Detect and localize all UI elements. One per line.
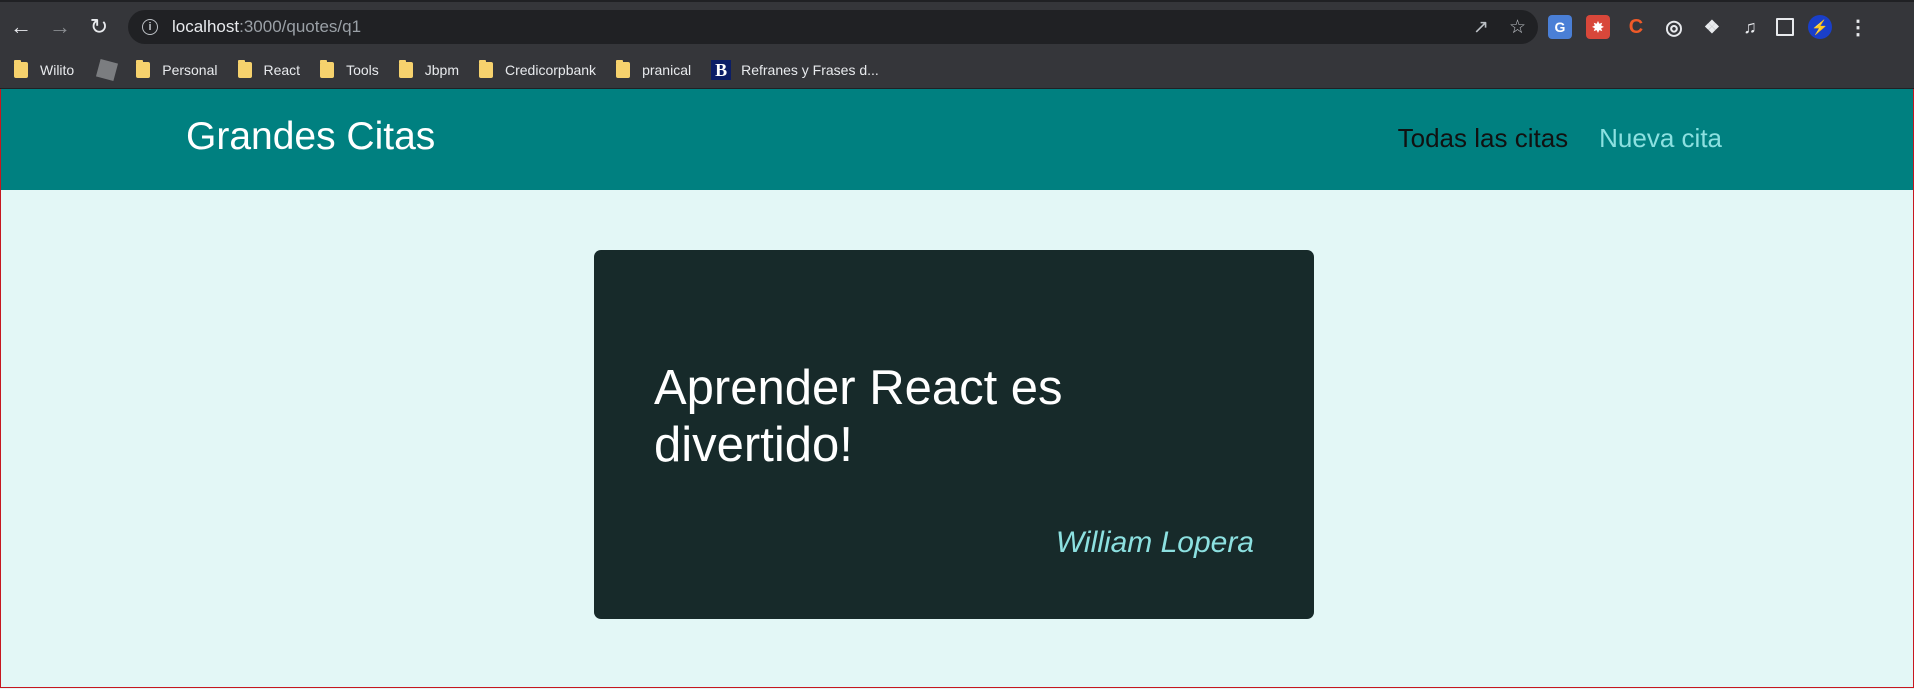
bookmark-roblox[interactable]	[94, 58, 119, 82]
folder-icon	[320, 60, 335, 78]
share-icon[interactable]: ↗	[1473, 16, 1489, 39]
bookmark-label: Wilito	[40, 62, 75, 78]
bookmark-label: Jbpm	[424, 62, 459, 78]
folder-icon	[479, 60, 493, 78]
folder-icon	[14, 60, 28, 78]
folder-icon	[398, 60, 413, 78]
bookmark-wilito[interactable]: Wilito	[14, 60, 75, 78]
forward-arrow-icon[interactable]: →	[42, 9, 78, 45]
side-panel-icon[interactable]	[1776, 18, 1794, 36]
c-extension-icon[interactable]: C	[1624, 15, 1648, 39]
site-info-icon[interactable]: i	[142, 19, 158, 35]
bookmark-label: Personal	[162, 62, 218, 78]
bookmark-credicorpbank[interactable]: Credicorpbank	[479, 60, 597, 78]
b-logo-icon: B	[711, 60, 732, 80]
puzzle-extensions-icon[interactable]: ❖	[1700, 15, 1724, 39]
bookmark-label: Refranes y Frases d...	[741, 62, 879, 78]
bookmark-label: React	[263, 62, 301, 78]
reload-icon[interactable]: ↻	[81, 9, 117, 45]
bookmark-star-icon[interactable]: ☆	[1509, 16, 1526, 39]
url-text[interactable]: localhost:3000/quotes/q1	[172, 17, 361, 37]
bookmark-react[interactable]: React	[237, 60, 301, 78]
translate-extension-icon[interactable]: G	[1548, 15, 1572, 39]
folder-icon	[616, 60, 631, 78]
url-host: localhost	[172, 17, 240, 36]
quote-card: Aprender React es divertido! William Lop…	[594, 250, 1314, 619]
quote-text: Aprender React es divertido!	[654, 361, 1063, 472]
quote-author: William Lopera	[1055, 526, 1254, 559]
bookmarks-bar: Wilito Personal React Tools Jbpm Credico…	[0, 52, 1914, 89]
profile-avatar[interactable]: ⚡	[1808, 15, 1832, 39]
scraper-extension-icon[interactable]: ✸	[1586, 15, 1610, 39]
bookmark-tools[interactable]: Tools	[320, 60, 379, 78]
extensions-bar: G ✸ C ◎ ❖ ♫ ⚡ ⋮	[1548, 10, 1870, 44]
browser-toolbar: ← → ↻ i localhost:3000/quotes/q1 ↗ ☆ G ✸…	[0, 2, 1914, 52]
bookmark-pranical[interactable]: pranical	[616, 60, 692, 78]
browser-menu-icon[interactable]: ⋮	[1846, 15, 1870, 39]
folder-icon	[136, 60, 151, 78]
bookmark-label: Tools	[346, 62, 379, 78]
address-bar[interactable]: i localhost:3000/quotes/q1 ↗ ☆	[128, 10, 1538, 44]
bookmark-personal[interactable]: Personal	[136, 60, 218, 78]
bookmark-refranes[interactable]: B Refranes y Frases d...	[711, 60, 879, 80]
bookmark-jbpm[interactable]: Jbpm	[398, 60, 459, 78]
url-path: :3000/quotes/q1	[239, 17, 362, 36]
target-extension-icon[interactable]: ◎	[1662, 15, 1686, 39]
folder-icon	[237, 60, 252, 78]
bookmark-label: pranical	[642, 62, 692, 78]
roblox-icon	[96, 58, 119, 82]
media-queue-icon[interactable]: ♫	[1738, 15, 1762, 39]
back-arrow-icon[interactable]: ←	[3, 9, 39, 45]
bookmark-label: Credicorpbank	[505, 62, 597, 78]
